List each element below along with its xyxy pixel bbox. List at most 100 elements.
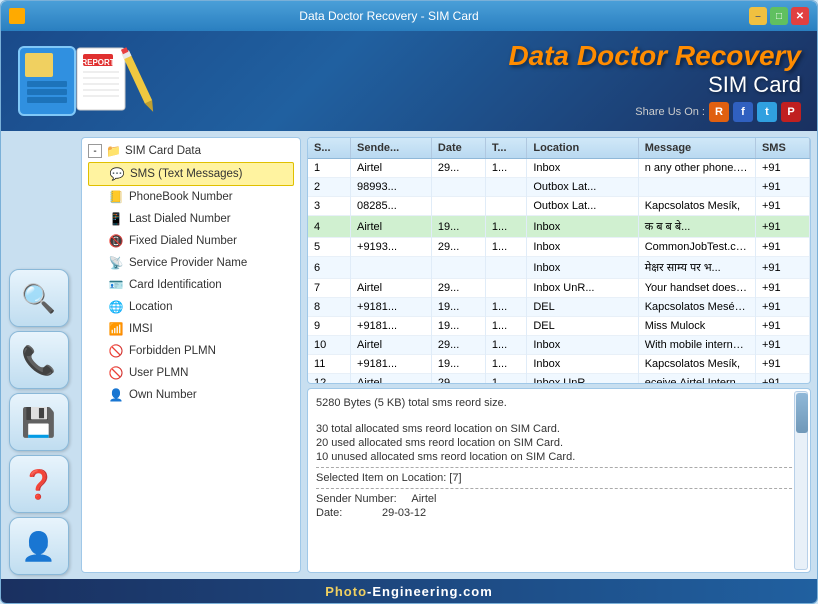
phonebook-label: PhoneBook Number	[129, 191, 233, 203]
share-twitter-icon[interactable]: t	[757, 102, 777, 122]
window-controls: – □ ✕	[749, 7, 809, 25]
cell-3: 1...	[485, 317, 526, 336]
cell-6: +91	[755, 279, 809, 298]
sms-label: SMS (Text Messages)	[130, 168, 242, 180]
tree-item-own-number[interactable]: 👤 Own Number	[88, 384, 294, 406]
cell-0: 11	[308, 355, 351, 374]
table-row[interactable]: 308285...Outbox Lat...Kapcsolatos Mesík,…	[308, 197, 810, 216]
share-rss-icon[interactable]: R	[709, 102, 729, 122]
table-row[interactable]: 5+9193...29...1...InboxCommonJobTest.com…	[308, 238, 810, 257]
share-facebook-icon[interactable]: f	[733, 102, 753, 122]
app-icon	[9, 8, 25, 24]
table-row[interactable]: 8+9181...19...1...DELKapcsolatos Mesék, …	[308, 298, 810, 317]
phonebook-icon: 📒	[108, 189, 124, 205]
tree-item-forbidden-plmn[interactable]: 🚫 Forbidden PLMN	[88, 340, 294, 362]
header: REPORT Data Doctor Recovery	[1, 31, 817, 131]
cell-2	[431, 197, 485, 216]
info-scrollbar[interactable]	[794, 391, 808, 570]
tree-item-card-id[interactable]: 🪪 Card Identification	[88, 274, 294, 296]
cell-4: Inbox	[527, 216, 638, 238]
cell-4: Outbox Lat...	[527, 197, 638, 216]
cell-5: मेक्षर साम्य पर भ...	[638, 257, 755, 279]
help-button[interactable]: ❓	[9, 455, 69, 513]
maximize-button[interactable]: □	[770, 7, 788, 25]
right-panel: S... Sende... Date T... Location Message…	[307, 137, 811, 573]
main-window: Data Doctor Recovery - SIM Card – □ ✕	[0, 0, 818, 604]
share-pinterest-icon[interactable]: P	[781, 102, 801, 122]
cell-6: +91	[755, 238, 809, 257]
cell-2: 29...	[431, 374, 485, 385]
table-row[interactable]: 7Airtel29...Inbox UnR...Your handset doe…	[308, 279, 810, 298]
watermark-rest: -Engineering.com	[367, 584, 493, 599]
cell-1: Airtel	[351, 374, 432, 385]
own-number-label: Own Number	[129, 389, 197, 401]
cell-4: DEL	[527, 298, 638, 317]
table-row[interactable]: 298993...Outbox Lat...+91	[308, 178, 810, 197]
table-row[interactable]: 10Airtel29...1...InboxWith mobile intern…	[308, 336, 810, 355]
tree-expand-icon[interactable]: -	[88, 144, 102, 158]
cell-5	[638, 178, 755, 197]
cell-6: +91	[755, 257, 809, 279]
card-id-icon: 🪪	[108, 277, 124, 293]
search-button[interactable]: 🔍	[9, 269, 69, 327]
share-label: Share Us On :	[635, 106, 705, 118]
table-row[interactable]: 9+9181...19...1...DELMiss Mulock+91	[308, 317, 810, 336]
tree-item-user-plmn[interactable]: 🚫 User PLMN	[88, 362, 294, 384]
cell-4: Inbox	[527, 159, 638, 178]
cell-2: 19...	[431, 216, 485, 238]
cell-2: 29...	[431, 279, 485, 298]
tree-item-service-provider[interactable]: 📡 Service Provider Name	[88, 252, 294, 274]
cell-2: 19...	[431, 298, 485, 317]
cell-0: 12	[308, 374, 351, 385]
cell-0: 7	[308, 279, 351, 298]
cell-0: 3	[308, 197, 351, 216]
cell-1: +9181...	[351, 355, 432, 374]
cell-0: 6	[308, 257, 351, 279]
cell-0: 2	[308, 178, 351, 197]
cell-1: Airtel	[351, 279, 432, 298]
minimize-button[interactable]: –	[749, 7, 767, 25]
table-row[interactable]: 11+9181...19...1...InboxKapcsolatos Mesí…	[308, 355, 810, 374]
cell-1: Airtel	[351, 336, 432, 355]
cell-4: Inbox	[527, 336, 638, 355]
info-sender: Sender Number: Airtel	[316, 493, 802, 505]
cell-6: +91	[755, 317, 809, 336]
user-plmn-icon: 🚫	[108, 365, 124, 381]
table-row[interactable]: 12Airtel29...1...Inbox UnR...eceive.Airt…	[308, 374, 810, 385]
tree-root: - 📁 SIM Card Data	[88, 144, 294, 158]
sms-table: S... Sende... Date T... Location Message…	[308, 138, 810, 384]
save-button[interactable]: 💾	[9, 393, 69, 451]
info-divider-2	[316, 488, 802, 489]
user-button[interactable]: 👤	[9, 517, 69, 575]
sim-card-icon	[17, 45, 77, 117]
tree-item-imsi[interactable]: 📶 IMSI	[88, 318, 294, 340]
cell-1: +9193...	[351, 238, 432, 257]
close-button[interactable]: ✕	[791, 7, 809, 25]
tree-panel[interactable]: - 📁 SIM Card Data 💬 SMS (Text Messages) …	[81, 137, 301, 573]
table-row[interactable]: 4Airtel19...1...Inboxक ब ब बे...+91	[308, 216, 810, 238]
cell-6: +91	[755, 197, 809, 216]
tree-item-phonebook[interactable]: 📒 PhoneBook Number	[88, 186, 294, 208]
cell-5: Kapcsolatos Mesík,	[638, 197, 755, 216]
recover-button[interactable]: 📞	[9, 331, 69, 389]
own-number-icon: 👤	[108, 387, 124, 403]
cell-4: Inbox	[527, 355, 638, 374]
table-row[interactable]: 1Airtel29...1...Inboxn any other phone. …	[308, 159, 810, 178]
cell-4: Inbox	[527, 257, 638, 279]
tree-item-sms[interactable]: 💬 SMS (Text Messages)	[88, 162, 294, 186]
card-id-label: Card Identification	[129, 279, 222, 291]
tree-item-fixed-dialed[interactable]: 📵 Fixed Dialed Number	[88, 230, 294, 252]
tree-item-last-dialed[interactable]: 📱 Last Dialed Number	[88, 208, 294, 230]
cell-4: DEL	[527, 317, 638, 336]
cell-5: Your handset does no...	[638, 279, 755, 298]
cell-3: 1...	[485, 159, 526, 178]
sms-table-container[interactable]: S... Sende... Date T... Location Message…	[307, 137, 811, 384]
last-dialed-icon: 📱	[108, 211, 124, 227]
cell-1: Airtel	[351, 216, 432, 238]
table-row[interactable]: 6 Inboxमेक्षर साम्य पर भ...+91	[308, 257, 810, 279]
cell-5: Kapcsolatos Mesík,	[638, 355, 755, 374]
cell-6: +91	[755, 374, 809, 385]
recover-icon: 📞	[21, 344, 56, 377]
cell-2: 19...	[431, 355, 485, 374]
tree-item-location[interactable]: 🌐 Location	[88, 296, 294, 318]
